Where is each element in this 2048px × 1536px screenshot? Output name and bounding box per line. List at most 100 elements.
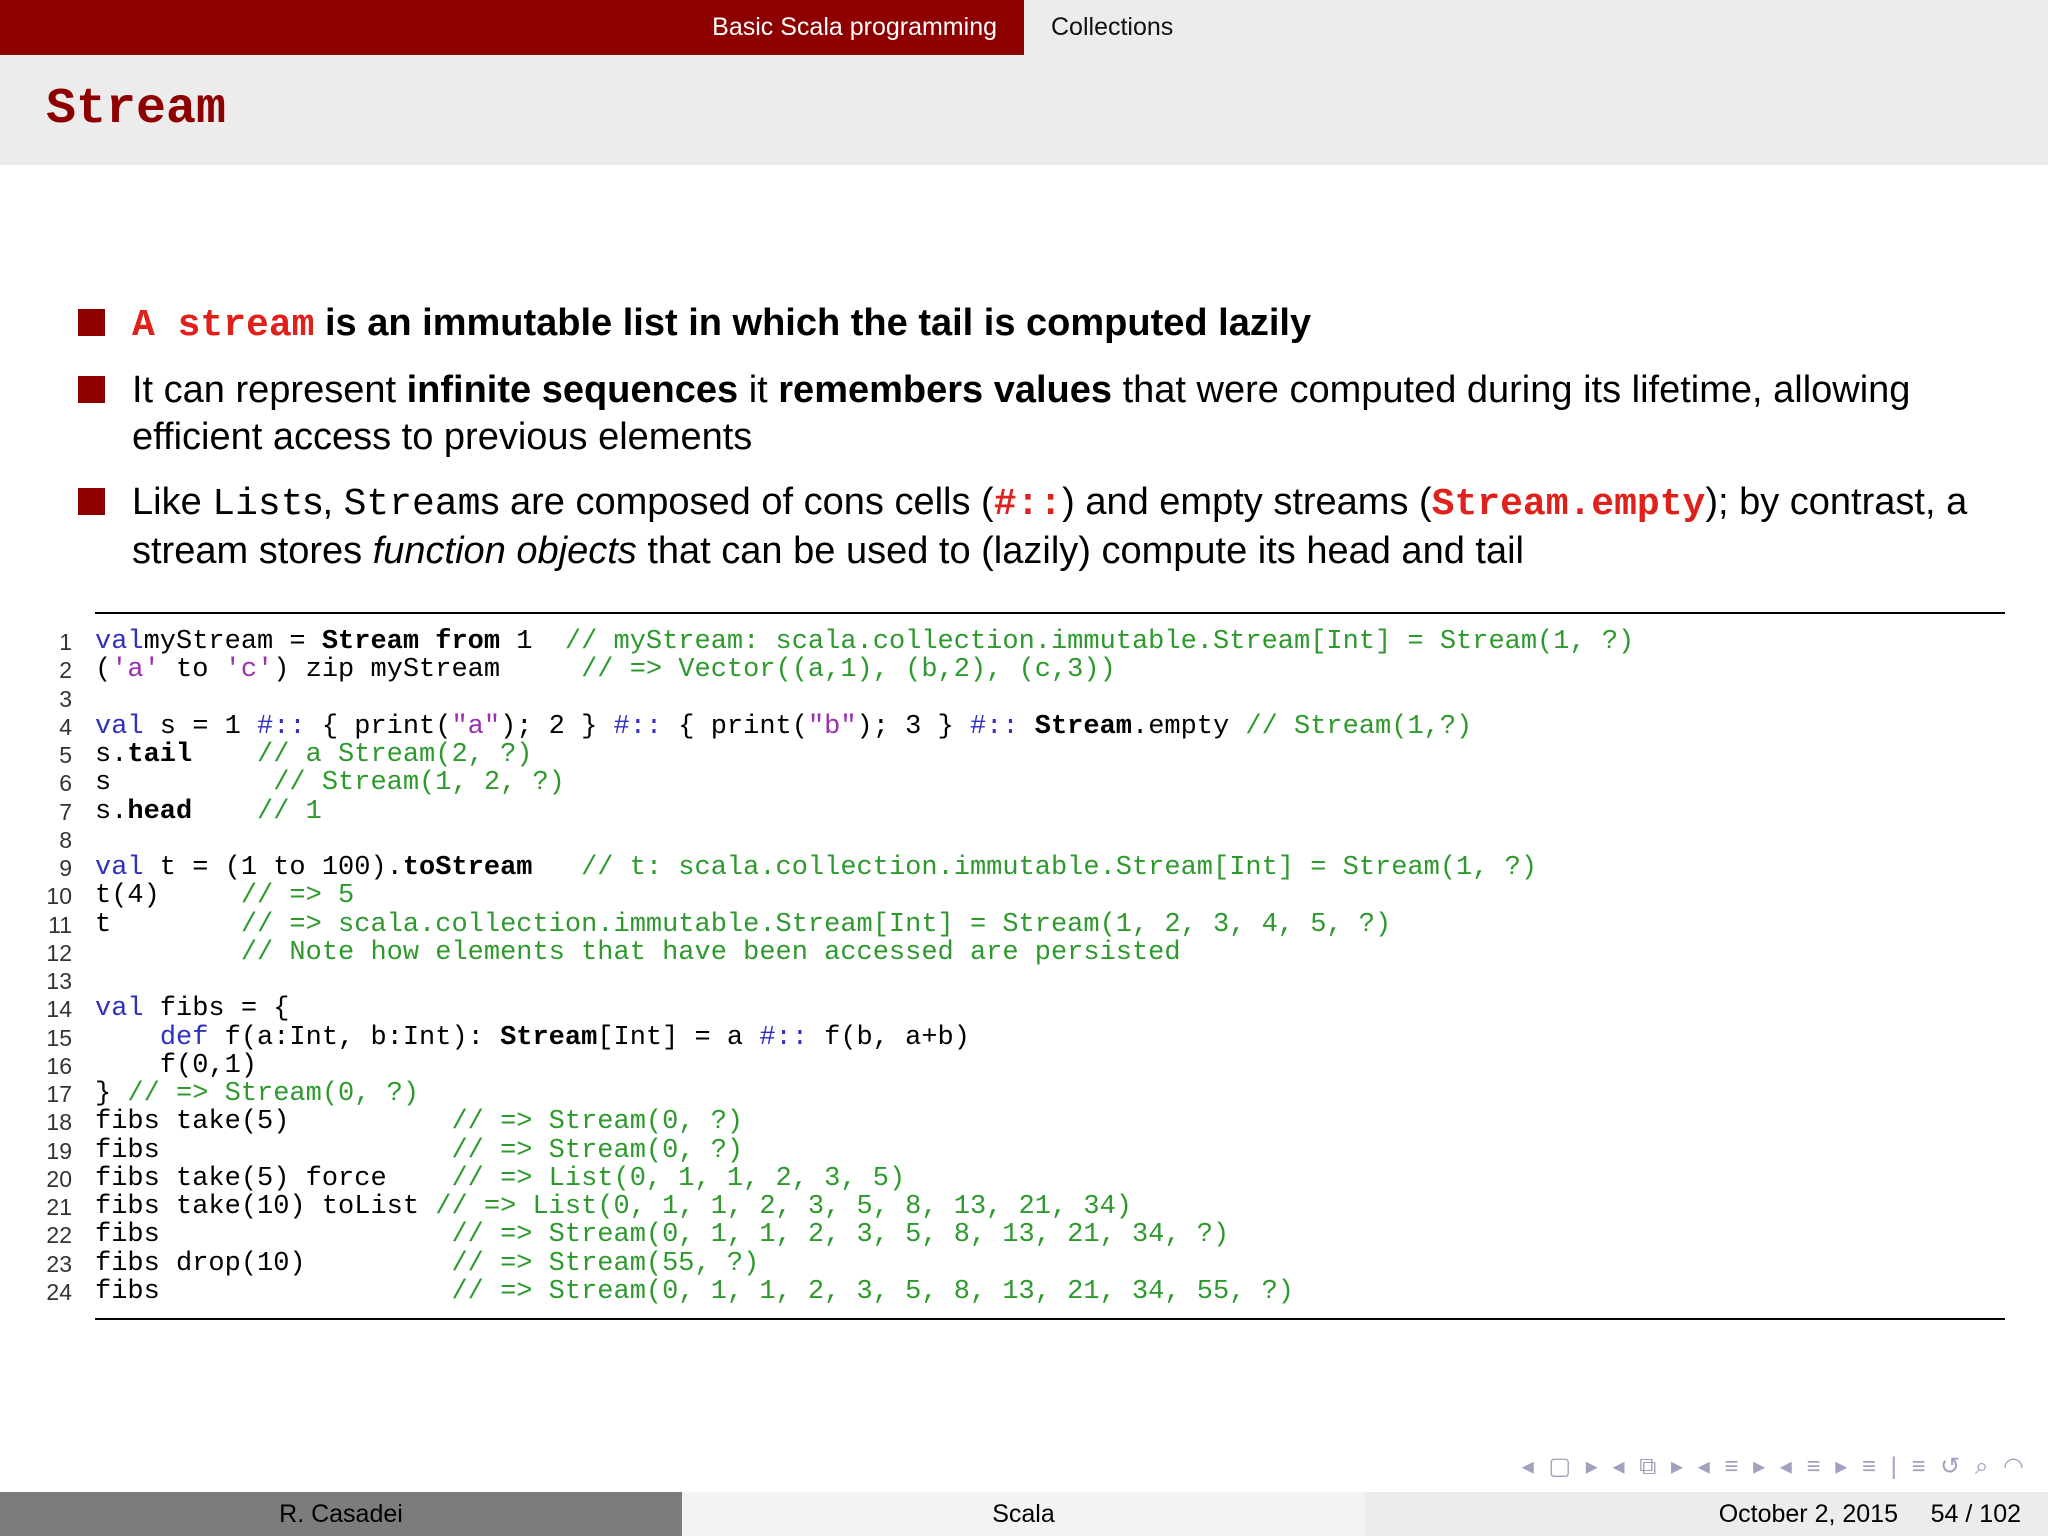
- line-number: 16: [46, 1052, 72, 1079]
- bullet-1-code: A stream: [132, 304, 315, 347]
- code-token: head: [127, 796, 193, 827]
- code-token: def: [159, 1022, 209, 1053]
- section-link-current[interactable]: Basic Scala programming: [0, 0, 1024, 55]
- bullet-square-icon: [78, 488, 105, 515]
- code-line: 3: [59, 685, 2005, 713]
- code-token: t = (1 to 100).: [143, 853, 403, 883]
- code-line: 8: [59, 826, 2005, 854]
- code-token: }: [95, 1079, 128, 1109]
- code-token: // => Vector((a,1), (b,2), (c,3)): [581, 655, 1116, 686]
- bullet-3-part: Like: [132, 481, 213, 523]
- bullet-3-italic: function objects: [372, 530, 637, 572]
- code-line: 13: [46, 967, 2005, 995]
- code-token: // => List(0, 1, 1, 2, 3, 5): [451, 1163, 906, 1194]
- code-token: // myStream: scala.collection.immutable.…: [564, 627, 1635, 657]
- line-number: 19: [46, 1137, 72, 1164]
- code-token: ); 3 }: [856, 711, 970, 742]
- line-number: 6: [59, 770, 72, 797]
- code-line: 4 val s = 1 #:: { print("a"); 2 } #:: { p…: [59, 711, 2005, 742]
- code-token: // => List(0, 1, 1, 2, 3, 5, 8, 13, 21, …: [435, 1192, 1132, 1222]
- footer-info: October 2, 2015 54 / 102: [1365, 1492, 2048, 1536]
- code-token: { print(: [662, 711, 808, 742]
- line-number: 2: [59, 657, 72, 684]
- code-line: 12 // Note how elements that have been a…: [46, 939, 2005, 967]
- bullet-1-text: is an immutable list in which the tail i…: [314, 302, 1312, 344]
- bullet-2-part: it: [738, 369, 779, 411]
- line-number: 1: [59, 629, 72, 655]
- code-line: 5 s.tail // a Stream(2, ?): [59, 740, 2005, 770]
- code-token: ) zip myStream: [273, 655, 582, 686]
- code-token: #::: [613, 711, 663, 742]
- footer-page-number: 54 / 102: [1930, 1500, 2021, 1528]
- code-line: 22 fibs // => Stream(0, 1, 1, 2, 3, 5, 8,…: [46, 1220, 2005, 1251]
- code-token: // a Stream(2, ?): [257, 740, 533, 770]
- code-token: #::: [969, 711, 1019, 742]
- code-line: 21 fibs take(10) toList // => List(0, 1, …: [46, 1192, 2005, 1222]
- code-token: fibs drop(10): [95, 1248, 452, 1279]
- bullet-3-code: List: [212, 483, 304, 526]
- bullet-3-code: Stream: [343, 483, 481, 526]
- section-link-next[interactable]: Collections: [1024, 0, 1173, 55]
- code-token: .empty: [1132, 711, 1246, 742]
- code-token: // => Stream(0, ?): [451, 1107, 744, 1138]
- line-number: 18: [46, 1109, 72, 1136]
- code-token: (: [95, 655, 112, 686]
- code-token: "a": [451, 711, 501, 742]
- code-line: 6s // Stream(1, 2, ?): [59, 769, 2005, 797]
- code-token: val: [95, 711, 144, 742]
- footer-author: R. Casadei: [0, 1492, 682, 1536]
- code-token: s.: [95, 796, 128, 827]
- beamer-navigation-icons[interactable]: ◂ ▢ ▸ ◂ ⧉ ▸ ◂ ≡ ▸ ◂ ≡ ▸ ≡ | ≡ ↺ ⌕ ◠: [1522, 1452, 2028, 1481]
- line-number: 15: [46, 1024, 72, 1051]
- line-number: 10: [46, 883, 72, 910]
- line-number: 20: [46, 1165, 72, 1192]
- bullet-2-bold: infinite sequences: [406, 369, 739, 411]
- code-token: fibs = {: [143, 994, 290, 1025]
- code-token: fibs: [95, 1220, 452, 1251]
- bullet-3-part: s are composed of cons cells (: [480, 481, 994, 523]
- code-token: Stream: [1034, 711, 1132, 742]
- bullet-3-part: s,: [303, 481, 344, 523]
- code-token: // => 5: [240, 881, 355, 912]
- code-line: 18 fibs take(5) // => Stream(0, ?): [46, 1107, 2005, 1138]
- bullet-3-code-red: #::: [993, 483, 1063, 526]
- code-token: 'a': [111, 655, 160, 686]
- code-line: 15 def f(a:Int, b:Int): Stream[Int] = a …: [46, 1022, 2005, 1053]
- code-line: 19 fibs // => Stream(0, ?): [46, 1136, 2005, 1165]
- code-line: 24 fibs // => Stream(0, 1, 1, 2, 3, 5, 8,…: [46, 1278, 2005, 1306]
- code-token: f(a:Int, b:Int):: [208, 1022, 501, 1053]
- line-number: 13: [46, 968, 72, 994]
- line-number: 23: [46, 1250, 72, 1277]
- footer-title: Scala: [682, 1492, 1365, 1536]
- code-token: 1: [500, 627, 565, 657]
- code-token: tail: [127, 740, 193, 770]
- code-token: fibs take(5): [95, 1107, 452, 1138]
- code-listing: 1 valmyStream = Stream from 1 // myStream…: [46, 612, 2005, 1320]
- footer-date: October 2, 2015: [1718, 1500, 1898, 1528]
- code-token: fibs take(10) toList: [95, 1192, 436, 1222]
- code-token: to: [159, 655, 225, 686]
- bullet-item-1: A stream is an immutable list in which t…: [78, 300, 2008, 349]
- code-token: t(4): [95, 881, 241, 912]
- code-token: s.: [95, 740, 128, 770]
- code-token: // 1: [257, 796, 322, 827]
- code-line: 17} // => Stream(0, ?): [46, 1079, 2005, 1109]
- footer: R. Casadei Scala October 2, 2015 54 / 10…: [0, 1492, 2048, 1536]
- code-token: val: [95, 853, 144, 883]
- bullet-item-3: Like Lists, Streams are composed of cons…: [78, 479, 2008, 575]
- code-line: 9 val t = (1 to 100).toStream // t: scala…: [59, 853, 2005, 883]
- code-token: #::: [759, 1022, 808, 1053]
- code-line: 16 f(0,1): [46, 1052, 2005, 1080]
- bullet-2-part: It can represent: [132, 369, 407, 411]
- code-token: f(b, a+b): [807, 1022, 970, 1053]
- code-line: 10 t(4) // => 5: [46, 881, 2005, 912]
- code-token: s = 1: [143, 711, 258, 742]
- bullet-list: A stream is an immutable list in which t…: [78, 300, 2008, 593]
- code-token: val: [95, 627, 144, 657]
- line-number: 11: [48, 911, 72, 938]
- line-number: 5: [59, 742, 72, 768]
